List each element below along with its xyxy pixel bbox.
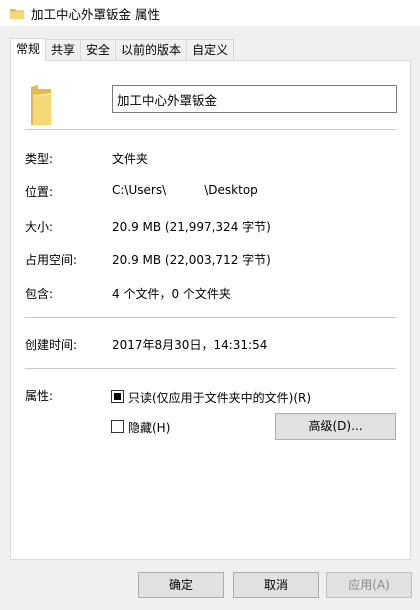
- window-title: 加工中心外罩钣金 属性: [31, 6, 160, 22]
- created-value: 2017年8月30日，14:31:54: [112, 338, 268, 352]
- ok-button[interactable]: 确定: [138, 572, 224, 598]
- tab-security[interactable]: 安全: [80, 39, 117, 60]
- contains-value: 4 个文件，0 个文件夹: [112, 287, 231, 301]
- attributes-label: 属性:: [25, 389, 54, 403]
- contains-label: 包含:: [25, 287, 54, 301]
- folder-icon: [9, 7, 25, 20]
- cancel-button[interactable]: 取消: [233, 572, 319, 598]
- divider: [25, 317, 396, 318]
- tab-sharing[interactable]: 共享: [45, 39, 82, 60]
- tab-customize[interactable]: 自定义: [186, 39, 235, 60]
- folder-icon: [29, 83, 53, 127]
- type-label: 类型:: [25, 152, 54, 166]
- size-label: 大小:: [25, 220, 54, 234]
- location-value: C:\Users\ \Desktop: [112, 183, 258, 197]
- tab-previous-versions[interactable]: 以前的版本: [115, 39, 188, 60]
- size-on-disk-value: 20.9 MB (22,003,712 字节): [112, 253, 271, 267]
- type-value: 文件夹: [112, 152, 149, 166]
- title-bar: 加工中心外罩钣金 属性: [0, 0, 420, 26]
- divider: [25, 129, 396, 130]
- general-panel: 类型: 文件夹 位置: C:\Users\ \Desktop 大小: 20.9 …: [10, 60, 411, 560]
- size-on-disk-label: 占用空间:: [25, 253, 78, 267]
- location-label: 位置:: [25, 185, 54, 199]
- size-value: 20.9 MB (21,997,324 字节): [112, 220, 271, 234]
- divider: [25, 368, 396, 369]
- hidden-label[interactable]: 隐藏(H): [128, 419, 170, 436]
- tab-general[interactable]: 常规: [10, 38, 47, 61]
- created-label: 创建时间:: [25, 338, 78, 352]
- hidden-checkbox[interactable]: [111, 420, 124, 433]
- readonly-checkbox[interactable]: [111, 390, 124, 403]
- folder-name-field[interactable]: [112, 85, 397, 113]
- apply-button[interactable]: 应用(A): [326, 572, 412, 598]
- readonly-label[interactable]: 只读(仅应用于文件夹中的文件)(R): [128, 389, 311, 406]
- advanced-button[interactable]: 高级(D)...: [275, 413, 396, 440]
- tab-strip: 常规 共享 安全 以前的版本 自定义: [10, 38, 235, 61]
